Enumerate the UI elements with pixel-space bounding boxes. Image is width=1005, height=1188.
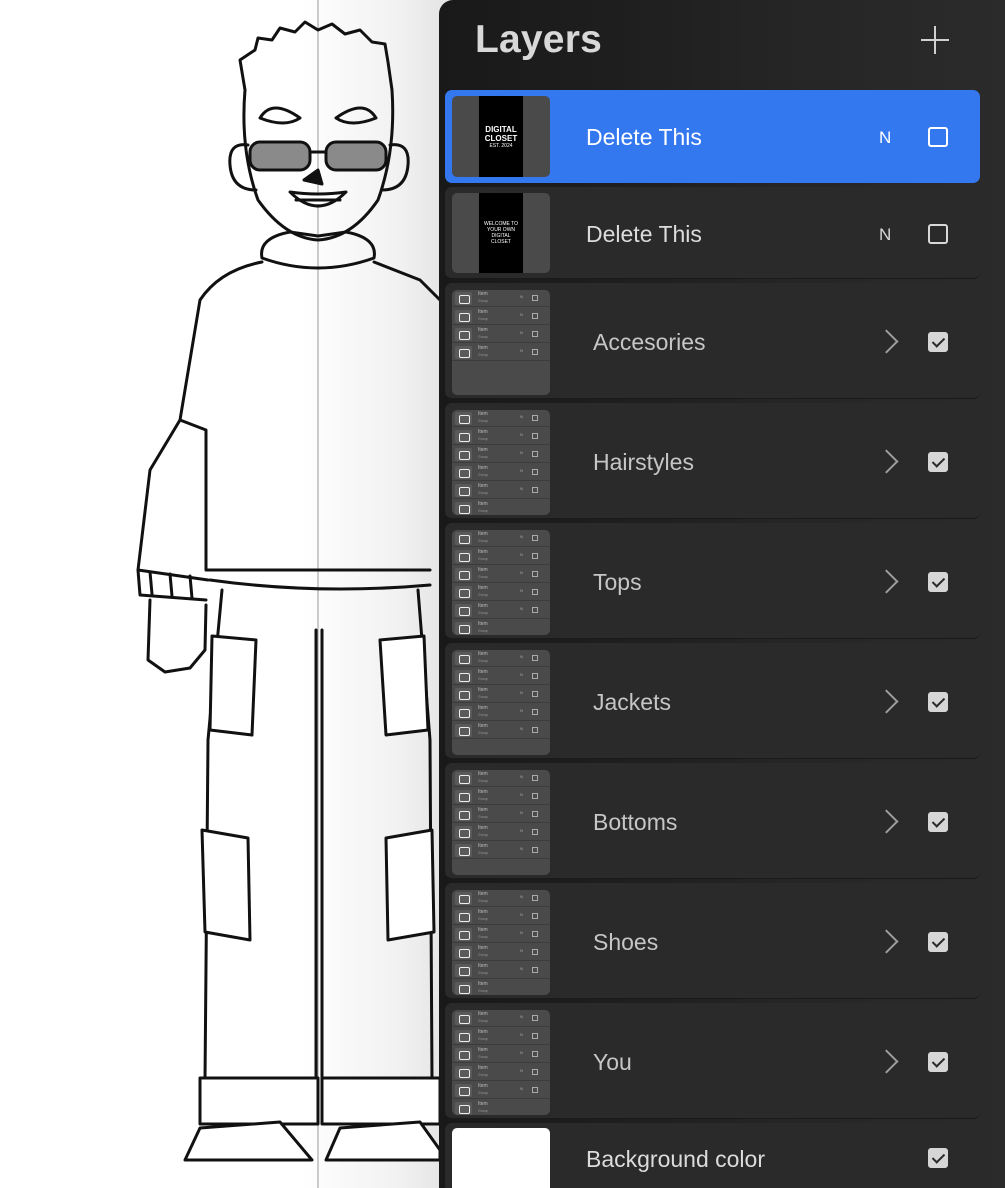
pants-thumb-icon (455, 808, 472, 821)
layer-row-delete-this-2[interactable]: WELCOME TO YOUR OWN DIGITAL CLOSET Delet… (445, 187, 980, 279)
chevron-right-icon[interactable] (876, 328, 898, 356)
glasses-thumb-icon (455, 310, 472, 323)
visibility-checkbox[interactable] (928, 572, 948, 592)
shoe-thumb-icon (455, 982, 472, 995)
plus-icon[interactable] (917, 22, 953, 58)
visibility-checkbox[interactable] (928, 932, 948, 952)
visibility-checkbox[interactable] (928, 1148, 948, 1168)
layer-name[interactable]: Background color (586, 1146, 765, 1173)
chevron-right-icon[interactable] (876, 808, 898, 836)
poster-thumbnail: DIGITAL CLOSET EST. 2024 (479, 96, 523, 177)
face-thumb-icon (455, 1012, 472, 1025)
layer-name[interactable]: Delete This (586, 124, 702, 151)
background-color-swatch[interactable] (452, 1128, 550, 1188)
layer-group-bottoms[interactable]: Item Group N Item Group N Item Group N Item Gro… (445, 763, 980, 879)
top-thumb-icon (455, 532, 472, 545)
hair-thumb-icon (455, 448, 472, 461)
jacket-thumb-icon (455, 670, 472, 683)
shoe-thumb-icon (455, 964, 472, 977)
group-thumbnail: Item Group N Item Group N Item Group N Item Gro… (452, 410, 550, 515)
face-thumb-icon (455, 1066, 472, 1079)
jacket-thumb-icon (455, 724, 472, 737)
panel-title: Layers (475, 18, 602, 61)
pants-thumb-icon (455, 826, 472, 839)
blend-mode[interactable]: N (879, 128, 891, 148)
hat-thumb-icon (455, 346, 472, 359)
visibility-checkbox[interactable] (928, 812, 948, 832)
poster-thumbnail: WELCOME TO YOUR OWN DIGITAL CLOSET (479, 193, 523, 273)
top-thumb-icon (455, 622, 472, 635)
glasses-thumb-icon (455, 292, 472, 305)
chevron-right-icon[interactable] (876, 688, 898, 716)
layer-group-accesories[interactable]: Item Group N Item Group N Item Group N Item Gro… (445, 283, 980, 399)
hair-thumb-icon (455, 430, 472, 443)
group-name[interactable]: Bottoms (593, 809, 677, 836)
visibility-checkbox[interactable] (928, 332, 948, 352)
pants-thumb-icon (455, 790, 472, 803)
layer-thumbnail: DIGITAL CLOSET EST. 2024 (452, 96, 550, 177)
visibility-checkbox[interactable] (928, 224, 948, 244)
jacket-thumb-icon (455, 688, 472, 701)
hair-thumb-icon (455, 466, 472, 479)
glasses-thumb-icon (455, 328, 472, 341)
group-thumbnail: Item Group N Item Group N Item Group N Item Gro… (452, 650, 550, 755)
visibility-checkbox[interactable] (928, 127, 948, 147)
face-thumb-icon (455, 1084, 472, 1097)
hair-thumb-icon (455, 484, 472, 497)
face-thumb-icon (455, 1102, 472, 1115)
chevron-right-icon[interactable] (876, 928, 898, 956)
layer-name[interactable]: Delete This (586, 221, 702, 248)
layer-group-shoes[interactable]: Item Group N Item Group N Item Group N Item Gro… (445, 883, 980, 999)
poster-subtitle: EST. 2024 (489, 142, 513, 149)
shoe-thumb-icon (455, 928, 472, 941)
top-thumb-icon (455, 568, 472, 581)
group-name[interactable]: Accesories (593, 329, 705, 356)
group-name[interactable]: Tops (593, 569, 642, 596)
layer-row-background-color[interactable]: Background color (445, 1123, 980, 1188)
top-thumb-icon (455, 604, 472, 617)
group-thumbnail: Item Group N Item Group N Item Group N Item Gro… (452, 530, 550, 635)
group-name[interactable]: Hairstyles (593, 449, 694, 476)
jacket-thumb-icon (455, 652, 472, 665)
layers-panel: Layers DIGITAL CLOSET EST. 2024 Delete T… (439, 0, 1005, 1188)
chevron-right-icon[interactable] (876, 568, 898, 596)
face-thumb-icon (455, 1048, 472, 1061)
group-thumbnail: Item Group N Item Group N Item Group N Item Gro… (452, 770, 550, 875)
layer-thumbnail: WELCOME TO YOUR OWN DIGITAL CLOSET (452, 193, 550, 273)
pants-thumb-icon (455, 772, 472, 785)
shoe-thumb-icon (455, 910, 472, 923)
visibility-checkbox[interactable] (928, 452, 948, 472)
hair-thumb-icon (455, 502, 472, 515)
layer-group-hairstyles[interactable]: Item Group N Item Group N Item Group N Item Gro… (445, 403, 980, 519)
poster-title: WELCOME TO YOUR OWN DIGITAL CLOSET (484, 221, 518, 245)
top-thumb-icon (455, 550, 472, 563)
layer-row-delete-this-1[interactable]: DIGITAL CLOSET EST. 2024 Delete This N (445, 90, 980, 183)
chevron-right-icon[interactable] (876, 448, 898, 476)
layer-group-you[interactable]: Item Group N Item Group N Item Group N Item Gro… (445, 1003, 980, 1119)
jacket-thumb-icon (455, 706, 472, 719)
layer-group-jackets[interactable]: Item Group N Item Group N Item Group N Item Gro… (445, 643, 980, 759)
group-name[interactable]: Shoes (593, 929, 658, 956)
visibility-checkbox[interactable] (928, 1052, 948, 1072)
group-thumbnail: Item Group N Item Group N Item Group N Item Gro… (452, 1010, 550, 1115)
face-thumb-icon (455, 1030, 472, 1043)
chevron-right-icon[interactable] (876, 1048, 898, 1076)
pants-thumb-icon (455, 844, 472, 857)
group-name[interactable]: Jackets (593, 689, 671, 716)
layer-group-tops[interactable]: Item Group N Item Group N Item Group N Item Gro… (445, 523, 980, 639)
group-thumbnail: Item Group N Item Group N Item Group N Item Gro… (452, 290, 550, 395)
hair-thumb-icon (455, 412, 472, 425)
top-thumb-icon (455, 586, 472, 599)
visibility-checkbox[interactable] (928, 692, 948, 712)
character-drawing (136, 0, 440, 1188)
group-name[interactable]: You (593, 1049, 632, 1076)
group-thumbnail: Item Group N Item Group N Item Group N Item Gro… (452, 890, 550, 995)
poster-title: DIGITAL CLOSET (484, 124, 518, 143)
shoe-thumb-icon (455, 892, 472, 905)
shoe-thumb-icon (455, 946, 472, 959)
blend-mode[interactable]: N (879, 225, 891, 245)
